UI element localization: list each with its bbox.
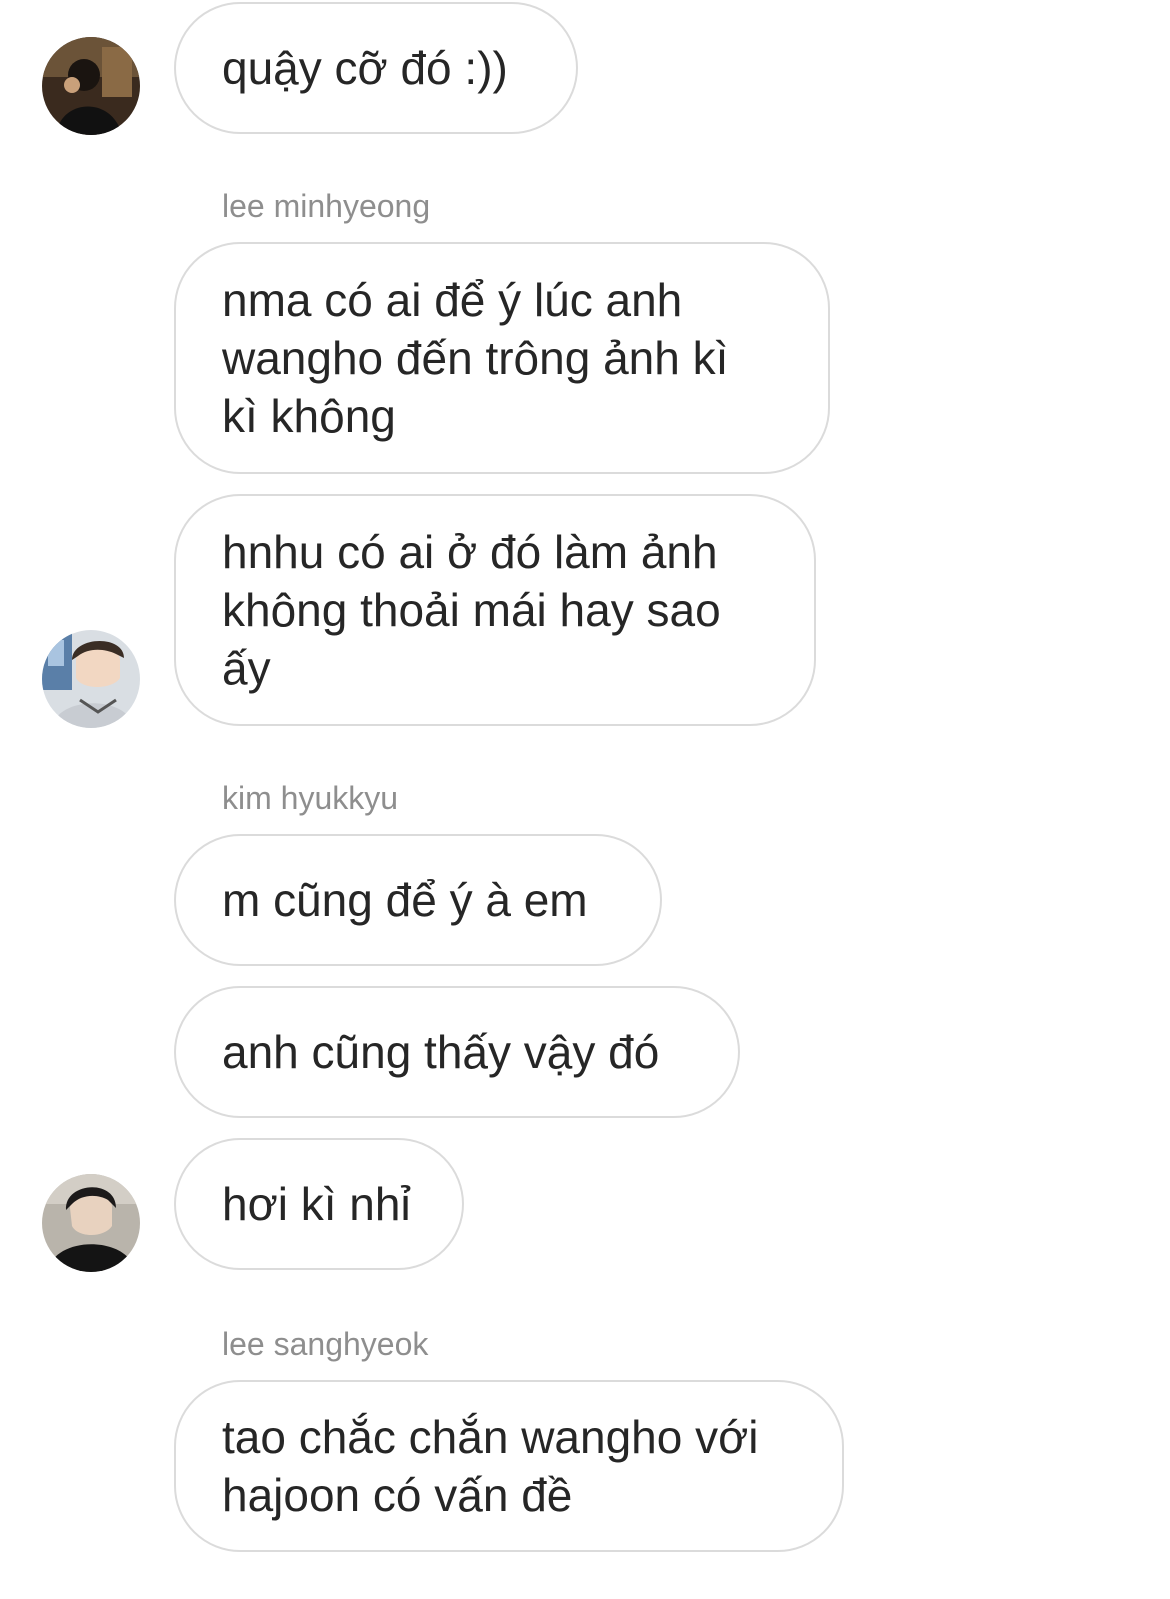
sender-name: lee sanghyeok <box>222 1326 429 1362</box>
message-text: tao chắc chắn wangho với hajoon có vấn đ… <box>222 1411 759 1521</box>
message-bubble[interactable]: tao chắc chắn wangho với hajoon có vấn đ… <box>174 1380 844 1552</box>
message-bubble[interactable]: quậy cỡ đó :)) <box>174 2 578 134</box>
message-bubble[interactable]: hơi kì nhỉ <box>174 1138 464 1270</box>
message-bubble[interactable]: hnhu có ai ở đó làm ảnh không thoải mái … <box>174 494 816 726</box>
avatar-user-1[interactable] <box>42 37 140 135</box>
chat-thread: { "thread": { "groups": [ { "sender": ""… <box>0 0 1170 1599</box>
message-bubble[interactable]: m cũng để ý à em <box>174 834 662 966</box>
message-text: hnhu có ai ở đó làm ảnh không thoải mái … <box>222 526 721 694</box>
message-text: hơi kì nhỉ <box>222 1178 411 1230</box>
sender-name: kim hyukkyu <box>222 780 399 816</box>
message-bubble[interactable]: anh cũng thấy vậy đó <box>174 986 740 1118</box>
message-text: anh cũng thấy vậy đó <box>222 1026 660 1078</box>
message-text: nma có ai để ý lúc anh wangho đến trông … <box>222 274 729 442</box>
message-text: m cũng để ý à em <box>222 874 588 926</box>
message-bubble[interactable]: nma có ai để ý lúc anh wangho đến trông … <box>174 242 830 474</box>
sender-name: lee minhyeong <box>222 188 431 224</box>
avatar-kim-hyukkyu[interactable] <box>42 1174 140 1272</box>
avatar-lee-minhyeong[interactable] <box>42 630 140 728</box>
message-text: quậy cỡ đó :)) <box>222 42 508 94</box>
